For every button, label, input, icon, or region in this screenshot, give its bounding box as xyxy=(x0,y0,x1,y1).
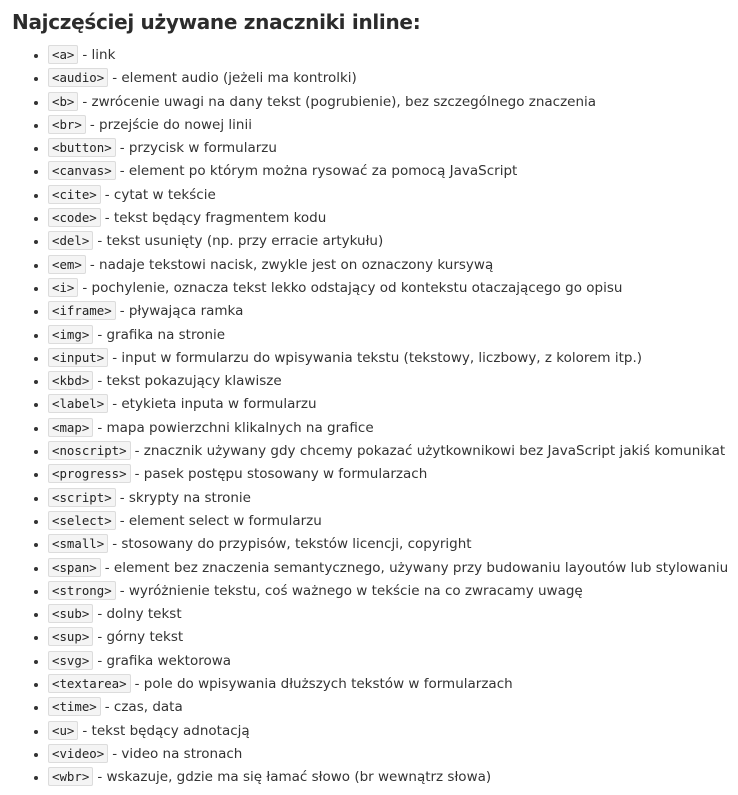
tag-code: <cite> xyxy=(48,184,101,204)
tag-code: <time> xyxy=(48,697,101,717)
list-item: <em>- nadaje tekstowi nacisk, zwykle jes… xyxy=(48,253,738,276)
tag-code: <script> xyxy=(48,487,116,507)
tag-code: <map> xyxy=(48,417,94,437)
tag-description: - tekst będący adnotacją xyxy=(82,722,250,739)
list-item: <del>- tekst usunięty (np. przy erracie … xyxy=(48,229,738,252)
tag-code: <iframe> xyxy=(48,301,116,321)
tag-description: - input w formularzu do wpisywania tekst… xyxy=(112,349,643,366)
tag-description: - grafika wektorowa xyxy=(97,652,232,669)
section-heading: Najczęściej używane znaczniki inline: xyxy=(12,10,421,34)
list-item: <b>- zwrócenie uwagi na dany tekst (pogr… xyxy=(48,90,738,113)
tag-description: - link xyxy=(82,47,116,63)
tag-description: - wskazuje, gdzie ma się łamać słowo (br… xyxy=(97,769,492,786)
list-item: <audio>- element audio (jeżeli ma kontro… xyxy=(48,66,738,89)
tag-description: - tekst pokazujący klawisze xyxy=(97,373,282,390)
tag-code: <small> xyxy=(48,534,109,554)
list-item: <textarea>- pole do wpisywania dłuższych… xyxy=(48,672,738,695)
tag-code: <audio> xyxy=(48,68,109,88)
tag-code: <u> xyxy=(48,720,79,740)
list-item: <a>- link xyxy=(48,43,738,66)
list-item: <wbr>- wskazuje, gdzie ma się łamać słow… xyxy=(48,765,738,788)
list-item: <span>- element bez znaczenia semantyczn… xyxy=(48,556,738,579)
tag-code: <del> xyxy=(48,231,94,251)
tag-code: <label> xyxy=(48,394,109,414)
tag-description: - pływająca ramka xyxy=(119,303,244,320)
tag-code: <img> xyxy=(48,324,94,344)
list-item: <iframe>- pływająca ramka xyxy=(48,299,738,322)
tag-code: <i> xyxy=(48,277,79,297)
list-item: <sup>- górny tekst xyxy=(48,625,738,648)
tag-code: <span> xyxy=(48,557,101,577)
list-item: <strong>- wyróżnienie tekstu, coś ważneg… xyxy=(48,579,738,602)
tag-description: - element po którym można rysować za pom… xyxy=(119,163,518,180)
list-item: <select>- element select w formularzu xyxy=(48,509,738,532)
list-item: <canvas>- element po którym można rysowa… xyxy=(48,159,738,182)
tag-description: - element bez znaczenia semantycznego, u… xyxy=(104,559,729,576)
tag-description: - grafika na stronie xyxy=(97,326,226,343)
tag-description: - skrypty na stronie xyxy=(119,489,251,506)
tag-description: - górny tekst xyxy=(97,629,184,646)
list-item: <progress>- pasek postępu stosowany w fo… xyxy=(48,462,738,485)
tag-code: <video> xyxy=(48,743,109,763)
tag-code: <em> xyxy=(48,254,86,274)
list-item: <label>- etykieta inputa w formularzu xyxy=(48,392,738,415)
tag-description: - tekst usunięty (np. przy erracie artyk… xyxy=(97,233,384,250)
tag-code: <svg> xyxy=(48,650,94,670)
tag-description: - stosowany do przypisów, tekstów licenc… xyxy=(112,536,472,553)
tag-description: - przycisk w formularzu xyxy=(119,140,277,157)
tag-code: <strong> xyxy=(48,580,116,600)
list-item: <input>- input w formularzu do wpisywani… xyxy=(48,346,738,369)
tag-code: <input> xyxy=(48,347,109,367)
tag-code: <kbd> xyxy=(48,371,94,391)
tag-description: - zwrócenie uwagi na dany tekst (pogrubi… xyxy=(82,93,597,110)
list-item: <code>- tekst będący fragmentem kodu xyxy=(48,206,738,229)
tag-description: - wyróżnienie tekstu, coś ważnego w tekś… xyxy=(119,582,583,599)
list-item: <script>- skrypty na stronie xyxy=(48,486,738,509)
list-item: <i>- pochylenie, oznacza tekst lekko ods… xyxy=(48,276,738,299)
tag-code: <wbr> xyxy=(48,767,94,787)
tag-description: - dolny tekst xyxy=(97,606,182,623)
tag-description: - czas, data xyxy=(104,699,183,716)
tag-code: <a> xyxy=(48,45,79,64)
list-item: <br>- przejście do nowej linii xyxy=(48,113,738,136)
tag-code: <br> xyxy=(48,114,86,134)
tag-code: <select> xyxy=(48,510,116,530)
tag-code: <sub> xyxy=(48,604,94,624)
list-item: <img>- grafika na stronie xyxy=(48,323,738,346)
tag-description: - pasek postępu stosowany w formularzach xyxy=(134,466,428,483)
tag-description: - mapa powierzchni klikalnych na grafice xyxy=(97,419,374,436)
list-item: <time>- czas, data xyxy=(48,695,738,718)
article-section: Najczęściej używane znaczniki inline: <a… xyxy=(0,0,738,789)
tag-description: - element select w formularzu xyxy=(119,512,322,529)
tag-description: - nadaje tekstowi nacisk, zwykle jest on… xyxy=(89,256,494,273)
list-item: <kbd>- tekst pokazujący klawisze xyxy=(48,369,738,392)
tag-description: - cytat w tekście xyxy=(104,186,216,203)
tag-code: <code> xyxy=(48,208,101,228)
tag-description: - element audio (jeżeli ma kontrolki) xyxy=(112,70,357,87)
tag-description: - pochylenie, oznacza tekst lekko odstaj… xyxy=(82,279,623,296)
tag-code: <canvas> xyxy=(48,161,116,181)
tag-code: <noscript> xyxy=(48,441,131,461)
tag-description: - znacznik używany gdy chcemy pokazać uż… xyxy=(134,443,726,460)
tag-code: <b> xyxy=(48,91,79,111)
tag-code: <sup> xyxy=(48,627,94,647)
tag-code: <textarea> xyxy=(48,674,131,694)
list-item: <video>- video na stronach xyxy=(48,742,738,765)
tag-code: <button> xyxy=(48,138,116,158)
list-item: <svg>- grafika wektorowa xyxy=(48,649,738,672)
list-item: <small>- stosowany do przypisów, tekstów… xyxy=(48,532,738,555)
tag-description: - tekst będący fragmentem kodu xyxy=(104,210,327,227)
list-item: <button>- przycisk w formularzu xyxy=(48,136,738,159)
inline-tags-list: <a>- link<audio>- element audio (jeżeli … xyxy=(12,43,738,789)
list-item: <noscript>- znacznik używany gdy chcemy … xyxy=(48,439,738,462)
list-item: <map>- mapa powierzchni klikalnych na gr… xyxy=(48,416,738,439)
tag-description: - pole do wpisywania dłuższych tekstów w… xyxy=(134,676,513,693)
list-item: <cite>- cytat w tekście xyxy=(48,183,738,206)
tag-description: - video na stronach xyxy=(112,745,243,762)
tag-description: - etykieta inputa w formularzu xyxy=(112,396,317,413)
tag-description: - przejście do nowej linii xyxy=(89,116,252,133)
tag-code: <progress> xyxy=(48,464,131,484)
list-item: <sub>- dolny tekst xyxy=(48,602,738,625)
list-item: <u>- tekst będący adnotacją xyxy=(48,719,738,742)
